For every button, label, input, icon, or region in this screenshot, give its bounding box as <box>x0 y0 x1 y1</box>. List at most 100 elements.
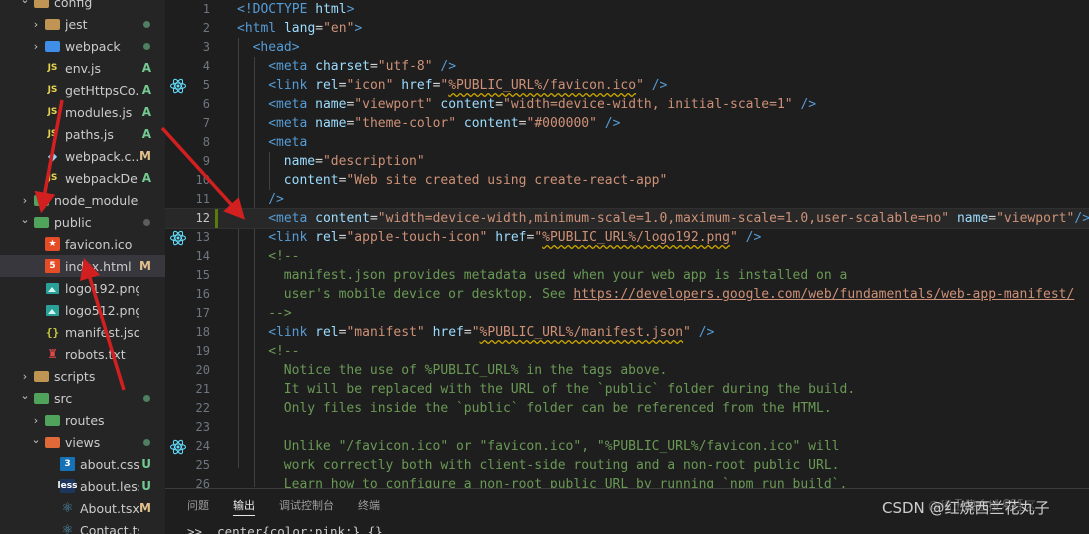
code-line[interactable]: 16 user's mobile device or desktop. See h… <box>165 285 1089 304</box>
git-status-badge: U <box>141 457 151 471</box>
tree-item-logo512-png[interactable]: logo512.png <box>0 299 165 321</box>
code-token: rel <box>315 230 339 245</box>
tree-item-logo192-png[interactable]: logo192.png <box>0 277 165 299</box>
code-text: <!-- <box>268 342 299 361</box>
chevron-right-icon[interactable]: › <box>31 40 41 53</box>
tree-item-config[interactable]: ⌄ config <box>0 0 165 13</box>
tree-item-webpack[interactable]: › webpack <box>0 35 165 57</box>
code-token: rel <box>315 78 339 93</box>
tree-item-label: node_modules <box>54 192 139 208</box>
react-gutter-icon[interactable] <box>169 77 187 95</box>
tree-item-label: public <box>54 214 92 230</box>
tree-item-manifest-json[interactable]: {} manifest.json <box>0 321 165 343</box>
line-number: 11 <box>195 192 210 206</box>
tree-item-gethttpsco-[interactable]: JS getHttpsCo...A <box>0 79 165 101</box>
tree-item-webpack-c-[interactable]: ◆ webpack.c... M <box>0 145 165 167</box>
code-line[interactable]: 23 <box>165 418 1089 437</box>
chevron-right-icon[interactable]: › <box>20 194 30 207</box>
tree-item-src[interactable]: ⌄ src <box>0 387 165 409</box>
code-text: Only files inside the `public` folder ca… <box>284 399 832 418</box>
code-line[interactable]: 15 manifest.json provides metadata used w… <box>165 266 1089 285</box>
tree-item-views[interactable]: ⌄ views <box>0 431 165 453</box>
code-line[interactable]: 14 <!-- <box>165 247 1089 266</box>
code-line[interactable]: 9 name="description" <box>165 152 1089 171</box>
code-token: /> <box>651 78 668 93</box>
panel-tab-1[interactable]: 输出 <box>233 497 255 516</box>
tree-item-public[interactable]: ⌄ public <box>0 211 165 233</box>
tree-item-about-less[interactable]: less about.less U <box>0 475 165 497</box>
webpack-file-icon: ◆ <box>47 149 58 163</box>
panel-tab-2[interactable]: 调试控制台 <box>279 497 334 513</box>
code-line[interactable]: 21 It will be replaced with the URL of th… <box>165 380 1089 399</box>
code-token: %PUBLIC_URL%/favicon.ico <box>448 78 637 93</box>
code-text: <html lang="en"> <box>237 19 362 38</box>
chevron-right-icon[interactable]: › <box>31 18 41 31</box>
tree-item-label: getHttpsCo... <box>65 82 139 98</box>
code-line[interactable]: 6 <meta name="viewport" content="width=de… <box>165 95 1089 114</box>
code-line[interactable]: 3 <head> <box>165 38 1089 57</box>
code-token: content <box>315 211 370 226</box>
code-line[interactable]: 20 Notice the use of %PUBLIC_URL% in the … <box>165 361 1089 380</box>
tree-item-label: about.css <box>80 456 139 472</box>
code-line[interactable]: 22 Only files inside the `public` folder … <box>165 399 1089 418</box>
code-token: <link <box>268 325 308 340</box>
favicon-file-icon: ★ <box>45 237 60 251</box>
panel-tab-0[interactable]: 问题 <box>187 497 209 513</box>
code-line[interactable]: 1 <!DOCTYPE html> <box>165 0 1089 19</box>
chevron-down-icon[interactable]: ⌄ <box>20 0 30 6</box>
tree-item-contact-tsx[interactable]: ⚛ Contact.tsx <box>0 519 165 534</box>
chevron-right-icon[interactable]: › <box>20 370 30 383</box>
code-line[interactable]: 8 <meta <box>165 133 1089 152</box>
tree-item-routes[interactable]: › routes <box>0 409 165 431</box>
code-token: Notice the use of %PUBLIC_URL% in the ta… <box>283 363 668 378</box>
react-gutter-icon[interactable] <box>169 229 187 247</box>
code-editor[interactable]: 1 <!DOCTYPE html> 2 <html lang="en"> 3 <head>… <box>165 0 1089 488</box>
code-line[interactable]: 7 <meta name="theme-color" content="#0000… <box>165 114 1089 133</box>
tree-item-robots-txt[interactable]: ♜ robots.txt <box>0 343 165 365</box>
code-token: = <box>315 154 323 169</box>
code-line[interactable]: 5 <link rel="icon" href="%PUBLIC_URL%/fav… <box>165 76 1089 95</box>
code-line[interactable]: 17 --> <box>165 304 1089 323</box>
code-line[interactable]: 25 work correctly both with client-side r… <box>165 456 1089 475</box>
tree-item-about-tsx[interactable]: ⚛ About.tsx M <box>0 497 165 519</box>
tree-item-env-js[interactable]: JS env.js A <box>0 57 165 79</box>
code-line[interactable]: 4 <meta charset="utf-8" /> <box>165 57 1089 76</box>
views-folder-icon <box>45 435 60 449</box>
code-line[interactable]: 19 <!-- <box>165 342 1089 361</box>
code-token: = <box>463 325 472 340</box>
git-status-badge: M <box>139 501 151 515</box>
line-number: 15 <box>195 268 210 282</box>
chevron-down-icon[interactable]: ⌄ <box>20 213 30 226</box>
code-line[interactable]: 12 <meta content="width=device-width,mini… <box>165 208 1089 229</box>
code-line[interactable]: 24 Unlike "/favicon.ico" or "favicon.ico"… <box>165 437 1089 456</box>
chevron-down-icon[interactable]: ⌄ <box>20 389 30 402</box>
tree-item-scripts[interactable]: › scripts <box>0 365 165 387</box>
chevron-down-icon[interactable]: ⌄ <box>31 433 41 446</box>
code-token: content <box>440 97 496 112</box>
tree-item-jest[interactable]: › jest <box>0 13 165 35</box>
tree-item-webpackde-[interactable]: JS webpackDe...A <box>0 167 165 189</box>
code-link[interactable]: https://developers.google.com/web/fundam… <box>573 287 1074 302</box>
code-text: <link rel="icon" href="%PUBLIC_URL%/favi… <box>268 76 667 95</box>
tree-item-paths-js[interactable]: JS paths.js A <box>0 123 165 145</box>
chevron-right-icon[interactable]: › <box>31 414 41 427</box>
code-line[interactable]: 10 content="Web site created using create… <box>165 171 1089 190</box>
tree-item-favicon-ico[interactable]: ★ favicon.ico <box>0 233 165 255</box>
tree-item-about-css[interactable]: 3 about.css U <box>0 453 165 475</box>
code-line[interactable]: 2 <html lang="en"> <box>165 19 1089 38</box>
code-token: name <box>283 154 316 169</box>
tree-item-node-modules[interactable]: › node_modules <box>0 189 165 211</box>
line-number: 22 <box>195 401 210 415</box>
code-line[interactable]: 18 <link rel="manifest" href="%PUBLIC_URL… <box>165 323 1089 342</box>
panel-tab-3[interactable]: 终端 <box>358 497 380 513</box>
code-line[interactable]: 13 <link rel="apple-touch-icon" href="%PU… <box>165 228 1089 247</box>
tree-item-modules-js[interactable]: JS modules.js A <box>0 101 165 123</box>
tree-item-index-html[interactable]: 5 index.html M <box>0 255 165 277</box>
code-line[interactable]: 26 Learn how to configure a non-root publ… <box>165 475 1089 488</box>
code-line[interactable]: 11 /> <box>165 190 1089 209</box>
code-text: <!DOCTYPE html> <box>237 0 354 19</box>
git-change-dot <box>143 218 150 226</box>
react-gutter-icon[interactable] <box>169 438 187 456</box>
